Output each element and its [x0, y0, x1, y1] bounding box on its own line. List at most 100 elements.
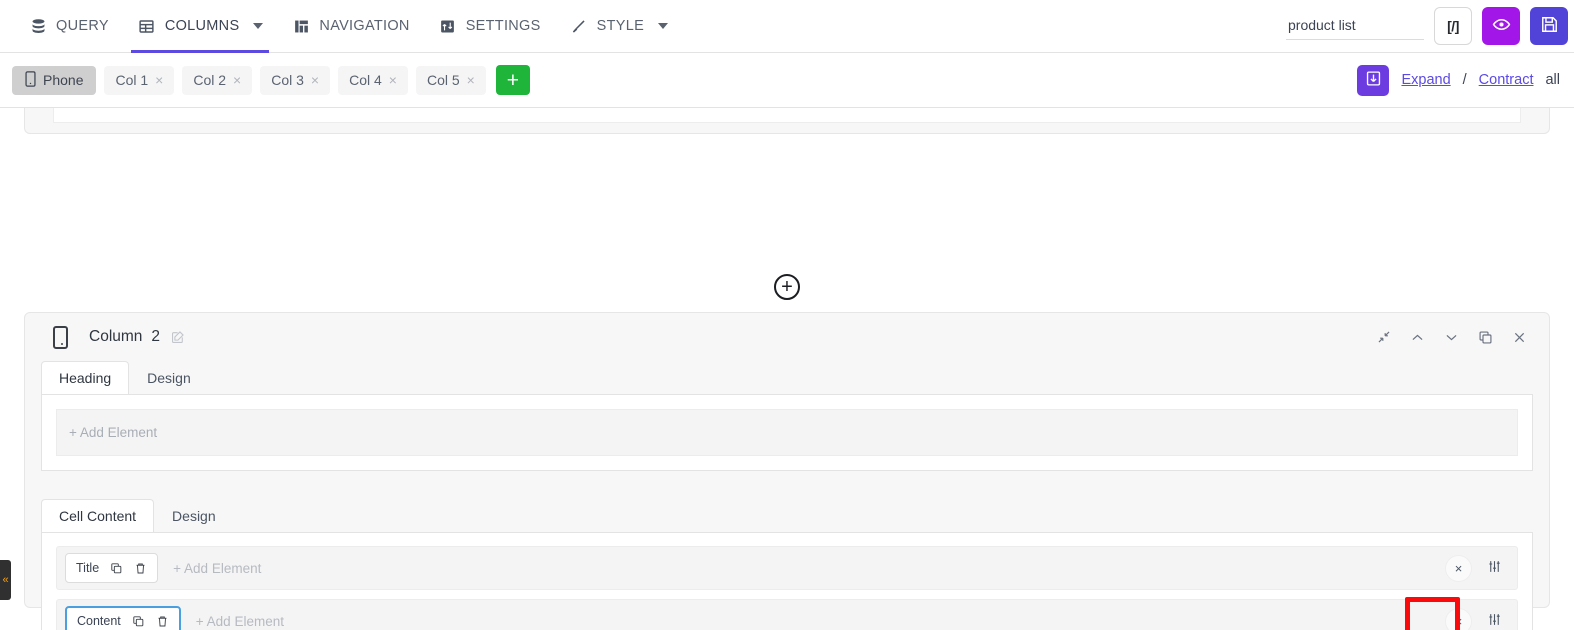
cell-chip-label: Title [76, 561, 100, 575]
column-panel: Column 2 Heading Design + Add Element Ce… [24, 312, 1550, 630]
remove-row-button[interactable]: × [1445, 607, 1472, 630]
add-block-button[interactable]: + [774, 274, 800, 300]
phone-icon [25, 70, 36, 90]
editor-canvas: Add Row + « Column 2 [0, 108, 1574, 630]
add-column-button[interactable]: + [495, 65, 530, 95]
tab-label: Cell Content [59, 508, 137, 524]
eye-icon [1492, 15, 1511, 38]
phone-icon [53, 325, 68, 349]
expand-all-link[interactable]: Expand [1401, 72, 1450, 88]
download-box-icon [1365, 70, 1382, 91]
nav-item-label: COLUMNS [164, 18, 240, 34]
top-navigation-bar: QUERY COLUMNS NAVIGATION SETTINGS STYLE … [0, 0, 1574, 53]
close-icon[interactable]: × [311, 73, 319, 87]
top-bar-actions: [/] [1286, 0, 1574, 53]
page-title-input[interactable] [1286, 12, 1424, 40]
nav-item-query[interactable]: QUERY [14, 0, 123, 53]
tab-label: Heading [59, 370, 112, 386]
expand-all-icon-button[interactable] [1357, 64, 1390, 96]
separator: / [1462, 72, 1467, 88]
pencil-square-icon[interactable] [171, 330, 185, 344]
trash-icon[interactable] [134, 562, 147, 575]
tab-cell-design[interactable]: Design [154, 499, 234, 532]
cell-chip-title[interactable]: Title [65, 553, 159, 583]
nav-item-label: QUERY [56, 18, 109, 34]
code-view-button[interactable]: [/] [1434, 7, 1472, 45]
duplicate-icon[interactable] [132, 615, 145, 628]
table-row: Content + Add Element × [56, 597, 1518, 630]
preview-button[interactable] [1482, 7, 1520, 45]
row-actions: × [1445, 607, 1508, 630]
tab-heading-design[interactable]: Design [129, 361, 209, 394]
column-chip-label: Col 4 [349, 72, 382, 88]
column-panel-number: 2 [151, 328, 161, 345]
row-actions: × [1445, 554, 1508, 582]
tab-heading[interactable]: Heading [41, 361, 130, 394]
layout-icon [291, 16, 311, 36]
cell-add-element[interactable]: + Add Element [196, 614, 284, 629]
close-icon[interactable]: × [467, 73, 475, 87]
table-icon [137, 16, 157, 36]
nav-item-columns[interactable]: COLUMNS [123, 0, 278, 53]
nav-item-settings[interactable]: SETTINGS [424, 0, 555, 53]
nav-item-label: SETTINGS [465, 18, 541, 34]
chevron-up-icon[interactable] [1410, 330, 1425, 345]
column-chip-label: Col 3 [271, 72, 304, 88]
collapse-icon[interactable] [1377, 330, 1391, 344]
nav-item-label: NAVIGATION [319, 18, 410, 34]
heading-panel-body: + Add Element [41, 394, 1533, 471]
cell-chip-content[interactable]: Content [65, 606, 181, 630]
cell-add-element[interactable]: + Add Element [173, 561, 261, 576]
close-icon[interactable]: × [233, 73, 241, 87]
cell-content-body: Title + Add Element × Content + Add Elem… [41, 532, 1533, 630]
column-panel-title: Column [89, 328, 143, 345]
column-chip-2[interactable]: Col 2 × [182, 65, 253, 95]
previous-column-block: Add Row [24, 108, 1550, 134]
column-chip-4[interactable]: Col 4 × [338, 65, 408, 95]
remove-row-button[interactable]: × [1445, 554, 1472, 582]
column-chip-label: Col 2 [193, 72, 227, 88]
contract-all-link[interactable]: Contract [1479, 72, 1534, 88]
column-chip-3[interactable]: Col 3 × [260, 65, 331, 95]
cell-content-tabs: Cell Content Design [25, 499, 1549, 532]
trash-icon[interactable] [156, 615, 169, 628]
column-chip-5[interactable]: Col 5 × [415, 65, 486, 95]
save-button[interactable] [1530, 7, 1568, 45]
all-label: all [1545, 72, 1560, 88]
nav-item-navigation[interactable]: NAVIGATION [277, 0, 423, 53]
column-chip-label: Col 1 [115, 72, 149, 88]
cell-chip-label: Content [77, 614, 121, 628]
device-chip-phone[interactable]: Phone [12, 65, 97, 95]
close-icon[interactable]: × [389, 73, 397, 87]
brush-icon [569, 16, 589, 36]
column-panel-tools [1377, 330, 1533, 345]
previous-block-inner [53, 108, 1521, 123]
column-chip-label: Col 5 [426, 72, 460, 88]
heading-tabs: Heading Design [25, 361, 1549, 394]
chevron-down-icon[interactable] [658, 23, 669, 29]
duplicate-icon[interactable] [110, 562, 123, 575]
close-icon[interactable] [1512, 330, 1527, 345]
sliders-icon [1487, 559, 1502, 577]
chevron-down-icon[interactable] [1444, 330, 1459, 345]
add-block-between: + [0, 274, 1574, 300]
chevron-down-icon[interactable] [253, 23, 264, 29]
row-settings-button[interactable] [1481, 608, 1508, 630]
column-panel-header: Column 2 [25, 313, 1549, 361]
tab-cell-content[interactable]: Cell Content [41, 499, 155, 532]
duplicate-icon[interactable] [1478, 330, 1493, 345]
column-chip-1[interactable]: Col 1 × [104, 65, 175, 95]
row-settings-button[interactable] [1481, 555, 1508, 582]
collapse-sidebar-handle[interactable]: « [0, 560, 11, 600]
tab-label: Design [172, 508, 216, 524]
columns-toolbar: Phone Col 1 × Col 2 × Col 3 × Col 4 × Co… [0, 53, 1574, 108]
device-chip-label: Phone [43, 72, 84, 88]
sliders-icon [1487, 612, 1502, 630]
heading-add-element[interactable]: + Add Element [56, 409, 1518, 456]
expand-contract-controls: Expand / Contract all [1357, 64, 1574, 96]
close-icon[interactable]: × [155, 73, 163, 87]
database-icon [28, 16, 48, 36]
nav-item-style[interactable]: STYLE [555, 0, 682, 53]
floppy-disk-icon [1540, 15, 1559, 38]
sliders-icon [438, 16, 458, 36]
